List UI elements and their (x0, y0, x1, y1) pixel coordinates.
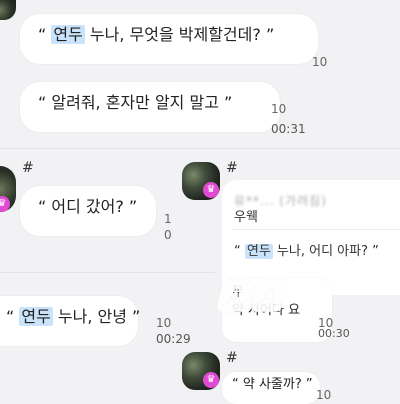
quote-open: “ (38, 25, 52, 44)
hash-label: # (226, 160, 238, 176)
hash-label: # (22, 160, 34, 176)
message-text: “ 알려줘, 혼자만 알지 말고 ” (38, 93, 233, 112)
unread-count: 1 (164, 212, 172, 226)
highlight-name: 연두 (51, 25, 85, 44)
highlight-name: 연두 (19, 307, 53, 326)
quote-open: “ (6, 307, 20, 326)
divider (0, 148, 400, 149)
message-time: 00:30 (318, 327, 350, 340)
divider (0, 272, 215, 273)
divider (232, 229, 400, 230)
watermark-logo: 🅰🅰 (215, 278, 283, 318)
hash-label: # (226, 350, 238, 366)
message-time: 00:29 (156, 332, 191, 346)
message-text: “ 어디 갔어? ” (38, 197, 138, 216)
message-bubble[interactable]: “ 연두 누나, 안녕 ” (0, 296, 141, 346)
message-time: 00:31 (271, 122, 306, 136)
message-text: 누나, 무엇을 박제할건데? ” (84, 25, 275, 44)
crown-icon: ♛ (203, 182, 219, 198)
crown-icon: ♛ (0, 196, 10, 212)
reply-title: 우웩 (234, 210, 258, 225)
message-bubble[interactable]: “ 어디 갔어? ” (20, 186, 156, 236)
message-bubble[interactable]: “ 연두 누나, 무엇을 박제할건데? ” (20, 14, 318, 64)
message-text: 누나, 안녕 ” (52, 307, 141, 326)
unread-count: 10 (156, 316, 172, 330)
message-bubble[interactable]: “ 약 사줄까? ” (222, 372, 320, 404)
unread-count: 10 (271, 102, 287, 116)
reply-quote: “ 연두 누나, 어디 아파? ” (234, 244, 379, 259)
unread-count: 0 (164, 228, 172, 242)
avatar[interactable] (0, 0, 16, 20)
unread-count: 10 (312, 55, 328, 69)
crown-icon: ♛ (203, 372, 219, 388)
message-bubble[interactable]: “ 알려줘, 혼자만 알지 말고 ” (20, 82, 280, 132)
message-text: “ 약 사줄까? ” (232, 377, 313, 392)
